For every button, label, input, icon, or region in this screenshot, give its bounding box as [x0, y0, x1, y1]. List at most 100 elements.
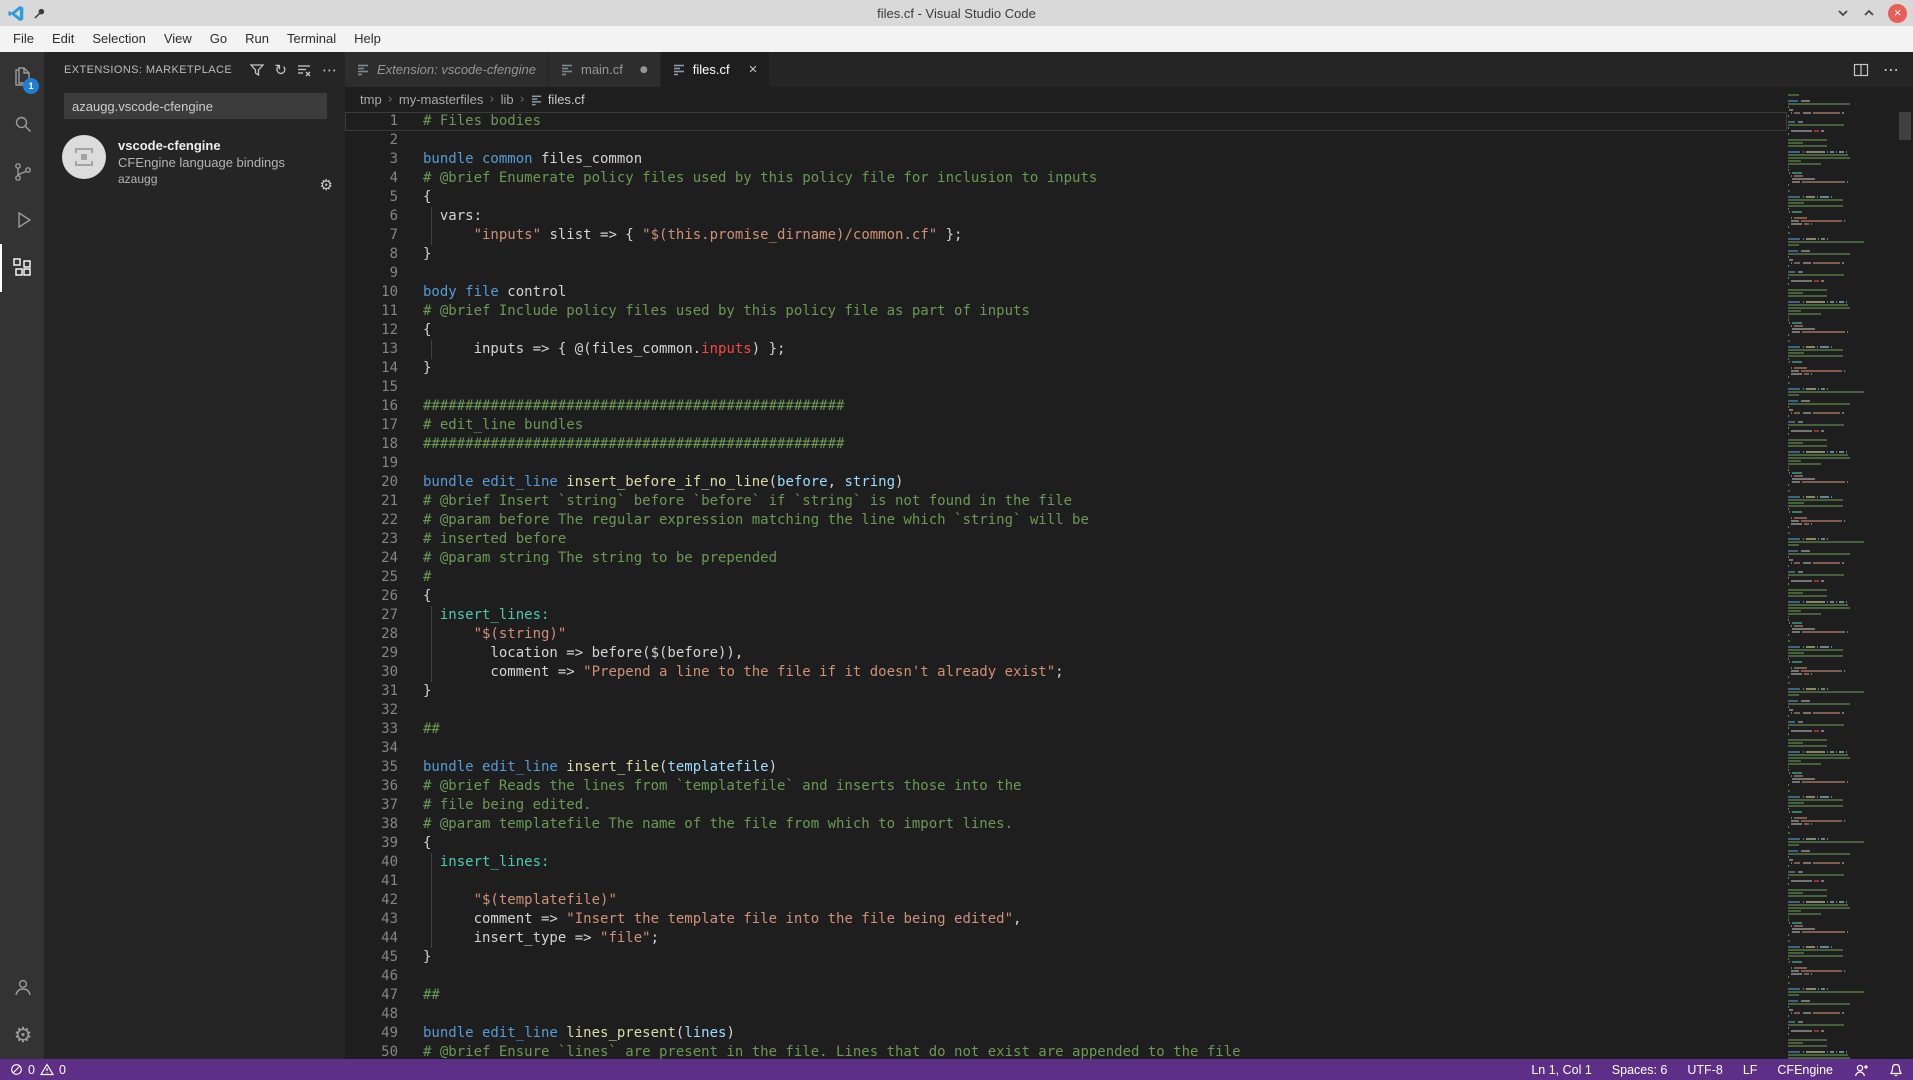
activity-settings[interactable]: ⚙ [0, 1011, 44, 1059]
extension-search-input[interactable] [64, 93, 327, 119]
menu-selection[interactable]: Selection [83, 26, 154, 52]
line-number: 16 [345, 397, 398, 416]
menu-file[interactable]: File [4, 26, 43, 52]
code-line: 24# @param string The string to be prepe… [345, 549, 1787, 568]
line-number: 38 [345, 815, 398, 834]
tab-files-cf[interactable]: files.cf × [661, 52, 771, 87]
error-count: 0 [28, 1063, 35, 1077]
line-number: 46 [345, 967, 398, 986]
menu-help[interactable]: Help [345, 26, 390, 52]
code-line: 25# [345, 568, 1787, 587]
code-line: 2 [345, 131, 1787, 150]
vscode-logo-icon[interactable] [8, 5, 25, 22]
bell-icon[interactable] [1889, 1063, 1903, 1077]
menu-run[interactable]: Run [236, 26, 278, 52]
activity-extensions[interactable] [0, 244, 44, 292]
title-bar: files.cf - Visual Studio Code × [0, 0, 1913, 26]
breadcrumb-file[interactable]: files.cf [531, 92, 585, 107]
sidebar-title: EXTENSIONS: MARKETPLACE [64, 64, 250, 76]
indent-guide [431, 891, 432, 910]
line-number: 39 [345, 834, 398, 853]
line-number: 37 [345, 796, 398, 815]
code-line: 34 [345, 739, 1787, 758]
menu-edit[interactable]: Edit [43, 26, 83, 52]
vscode-window: files.cf - Visual Studio Code × FileEdit… [0, 0, 1913, 1080]
line-number: 12 [345, 321, 398, 340]
code-line: 41 [345, 872, 1787, 891]
line-number: 2 [345, 131, 398, 150]
activity-accounts[interactable] [0, 963, 44, 1011]
problems-status[interactable]: 0 0 [10, 1063, 66, 1077]
code-line: 36# @brief Reads the lines from `templat… [345, 777, 1787, 796]
minimap[interactable] [1788, 94, 1880, 1059]
menu-view[interactable]: View [155, 26, 201, 52]
code-line: 22# @param before The regular expression… [345, 511, 1787, 530]
line-number: 24 [345, 549, 398, 568]
code-line: 29 location => before($(before)), [345, 644, 1787, 663]
line-number: 42 [345, 891, 398, 910]
editor-scrollbar-thumb[interactable] [1899, 112, 1911, 140]
code-line: 8} [345, 245, 1787, 264]
code-line: 33## [345, 720, 1787, 739]
breadcrumb-folder[interactable]: lib [501, 92, 514, 107]
clear-extension-search-icon[interactable] [297, 63, 312, 77]
code-line: 7 "inputs" slist => { "$(this.promise_di… [345, 226, 1787, 245]
encoding-status[interactable]: UTF-8 [1687, 1063, 1722, 1077]
line-number: 14 [345, 359, 398, 378]
editor-group: Extension: vscode-cfengine main.cf ● fil… [345, 52, 1913, 1059]
code-line: 18######################################… [345, 435, 1787, 454]
feedback-icon[interactable] [1853, 1063, 1869, 1077]
line-number: 4 [345, 169, 398, 188]
activity-source-control[interactable] [0, 148, 44, 196]
code-line: 39{ [345, 834, 1787, 853]
split-editor-icon[interactable] [1853, 62, 1869, 78]
close-icon[interactable]: × [749, 61, 758, 78]
activity-search[interactable] [0, 100, 44, 148]
code-line: 21# @brief Insert `string` before `befor… [345, 492, 1787, 511]
menu-terminal[interactable]: Terminal [278, 26, 345, 52]
window-minimize-icon[interactable] [1836, 6, 1850, 20]
chevron-right-icon: › [520, 92, 525, 107]
menu-go[interactable]: Go [201, 26, 236, 52]
window-maximize-icon[interactable] [1862, 6, 1876, 20]
line-number: 36 [345, 777, 398, 796]
extension-list-item[interactable]: vscode-cfengine CFEngine language bindin… [44, 131, 345, 198]
chevron-right-icon: › [388, 92, 393, 107]
line-number: 10 [345, 283, 398, 302]
editor-more-actions-icon[interactable]: ⋯ [1883, 60, 1899, 79]
indent-guide [431, 625, 432, 644]
line-number: 13 [345, 340, 398, 359]
refresh-icon[interactable]: ↻ [274, 61, 287, 79]
line-number: 1 [345, 112, 398, 131]
line-number: 45 [345, 948, 398, 967]
indentation-status[interactable]: Spaces: 6 [1612, 1063, 1668, 1077]
tab-main-cf[interactable]: main.cf ● [549, 52, 661, 87]
indent-guide [431, 929, 432, 948]
cursor-position[interactable]: Ln 1, Col 1 [1531, 1063, 1591, 1077]
source-control-icon [11, 160, 35, 184]
filter-icon[interactable] [250, 63, 264, 77]
activity-explorer[interactable]: 1 [0, 52, 44, 100]
code-line: 9 [345, 264, 1787, 283]
extension-icon [62, 135, 106, 179]
breadcrumb-folder[interactable]: my-masterfiles [399, 92, 484, 107]
code-area[interactable]: 1# Files bodies23bundle common files_com… [345, 112, 1913, 1059]
tab-extension-vscode-cfengine[interactable]: Extension: vscode-cfengine [345, 52, 549, 87]
menu-bar: FileEditSelectionViewGoRunTerminalHelp [0, 26, 1913, 52]
line-number: 32 [345, 701, 398, 720]
modified-dot-icon[interactable]: ● [640, 65, 648, 75]
activity-run-debug[interactable] [0, 196, 44, 244]
extension-manage-gear-icon[interactable]: ⚙ [320, 176, 333, 194]
file-icon [673, 63, 686, 76]
run-debug-icon [11, 208, 35, 232]
more-actions-icon[interactable]: ⋯ [322, 61, 337, 79]
line-number: 49 [345, 1024, 398, 1043]
window-close-button[interactable]: × [1888, 4, 1907, 23]
breadcrumb-folder[interactable]: tmp [360, 92, 382, 107]
eol-status[interactable]: LF [1743, 1063, 1758, 1077]
code-line: 13 inputs => { @(files_common.inputs) }; [345, 340, 1787, 359]
code-line: 3bundle common files_common [345, 150, 1787, 169]
line-number: 25 [345, 568, 398, 587]
line-number: 30 [345, 663, 398, 682]
language-mode[interactable]: CFEngine [1777, 1063, 1833, 1077]
